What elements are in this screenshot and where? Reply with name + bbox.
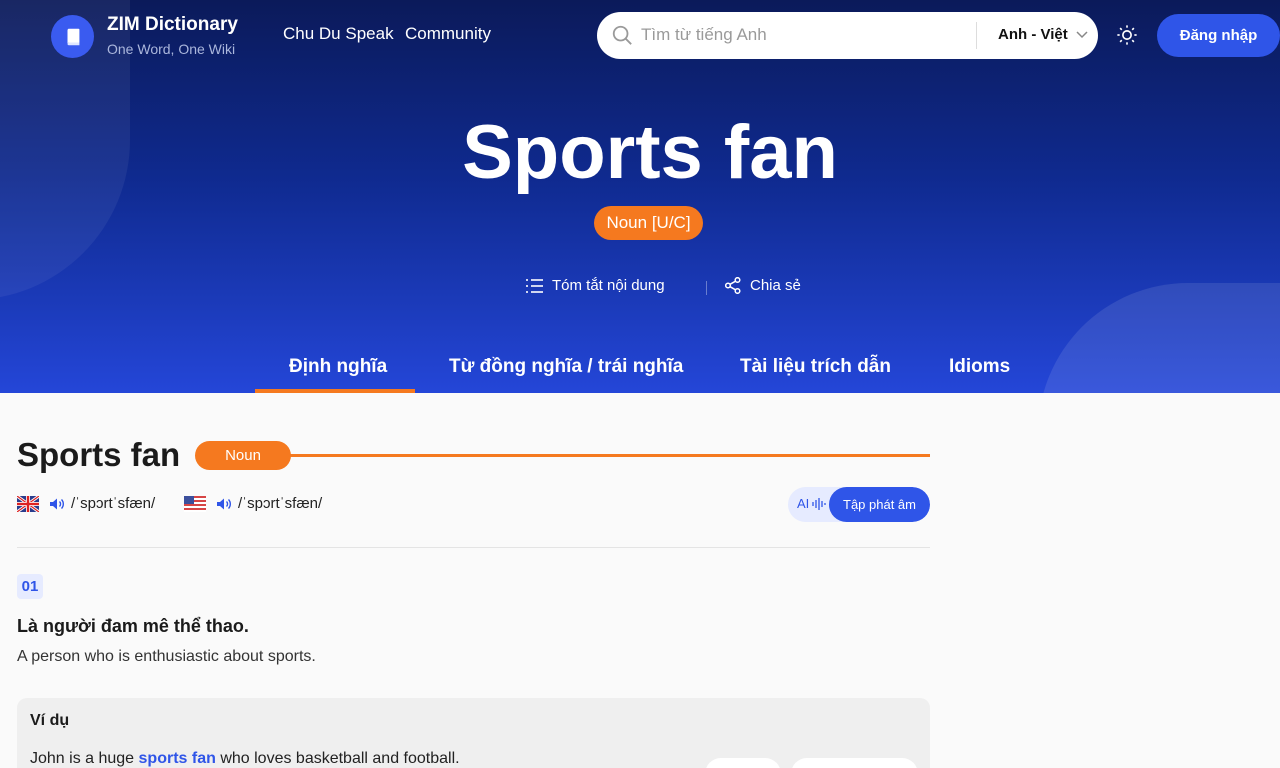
practice-pronunciation-button[interactable]: Tập phát âm: [829, 487, 930, 522]
example-heading: Ví dụ: [30, 712, 70, 729]
definition-en: A person who is enthusiastic about sport…: [17, 648, 316, 665]
ai-label: AI: [797, 496, 810, 511]
language-select-value: Anh - Việt: [998, 26, 1068, 43]
example-highlight: sports fan: [138, 750, 216, 767]
brand-tagline: One Word, One Wiki: [107, 41, 236, 57]
example-action-button-2[interactable]: [791, 758, 918, 768]
nav-link-community[interactable]: Community: [405, 24, 491, 44]
hero-banner: ZIM Dictionary One Word, One Wiki Chu Du…: [0, 0, 1280, 393]
sun-theme-icon[interactable]: [1116, 24, 1138, 51]
search-input[interactable]: [641, 20, 961, 50]
waveform-icon: [812, 497, 826, 510]
active-tab-indicator: [255, 389, 415, 393]
sense-number: 01: [17, 574, 43, 599]
tab-references[interactable]: Tài liệu trích dẫn: [740, 356, 891, 378]
tab-idioms[interactable]: Idioms: [949, 356, 1010, 378]
pronunciation-uk: /ˈspɔrtˈsfæn/: [17, 495, 155, 512]
example-sentence: John is a huge sports fan who loves bask…: [30, 750, 460, 768]
speaker-us-icon[interactable]: [216, 497, 232, 511]
share-label: Chia sẻ: [750, 277, 801, 294]
hero-pos-badge: Noun [U/C]: [594, 206, 703, 240]
login-button[interactable]: Đăng nhập: [1157, 14, 1280, 57]
speaker-uk-icon[interactable]: [49, 497, 65, 511]
brand[interactable]: ZIM Dictionary One Word, One Wiki: [51, 14, 238, 59]
pron-uk-text: /ˈspɔrtˈsfæn/: [71, 495, 156, 512]
nav-link-chu-du-speak[interactable]: Chu Du Speak: [283, 24, 394, 44]
example-box: Ví dụ John is a huge sports fan who love…: [17, 698, 930, 768]
tab-definition[interactable]: Định nghĩa: [289, 356, 387, 378]
decorative-shape-right: [1038, 283, 1280, 393]
summary-button[interactable]: Tóm tắt nội dung: [526, 277, 665, 294]
example-text-before: John is a huge: [30, 750, 139, 767]
example-text-after: who loves basketball and football.: [215, 750, 460, 767]
section-divider: [17, 547, 930, 548]
list-icon: [526, 278, 543, 293]
tab-synonyms-antonyms[interactable]: Từ đồng nghĩa / trái nghĩa: [449, 356, 683, 378]
pos-badge: Noun: [195, 441, 291, 470]
chevron-down-icon: [1076, 30, 1088, 38]
example-action-button-1[interactable]: [705, 758, 781, 768]
language-select[interactable]: Anh - Việt: [998, 26, 1088, 43]
pron-us-text: /ˈspɔrtˈsfæn/: [238, 495, 323, 512]
search-icon[interactable]: [611, 24, 633, 51]
ai-pronunciation-practice[interactable]: AI Tập phát âm: [788, 487, 930, 522]
action-divider: [706, 281, 707, 295]
us-flag-icon: [184, 495, 206, 512]
summary-label: Tóm tắt nội dung: [552, 277, 665, 294]
uk-flag-icon: [17, 495, 39, 512]
pos-accent-line: [196, 454, 930, 457]
pronunciation-us: /ˈspɔrtˈsfæn/: [184, 495, 322, 512]
share-icon: [725, 277, 741, 294]
book-logo-icon: [51, 15, 94, 58]
hero-word-title: Sports fan: [462, 110, 838, 195]
search-bar: Anh - Việt: [597, 12, 1098, 59]
definition-vi: Là người đam mê thể thao.: [17, 616, 249, 636]
share-button[interactable]: Chia sẻ: [725, 277, 801, 294]
ai-badge: AI: [797, 496, 826, 511]
search-divider: [976, 22, 977, 49]
brand-name: ZIM Dictionary: [107, 14, 238, 35]
entry-word-title: Sports fan: [17, 436, 181, 473]
